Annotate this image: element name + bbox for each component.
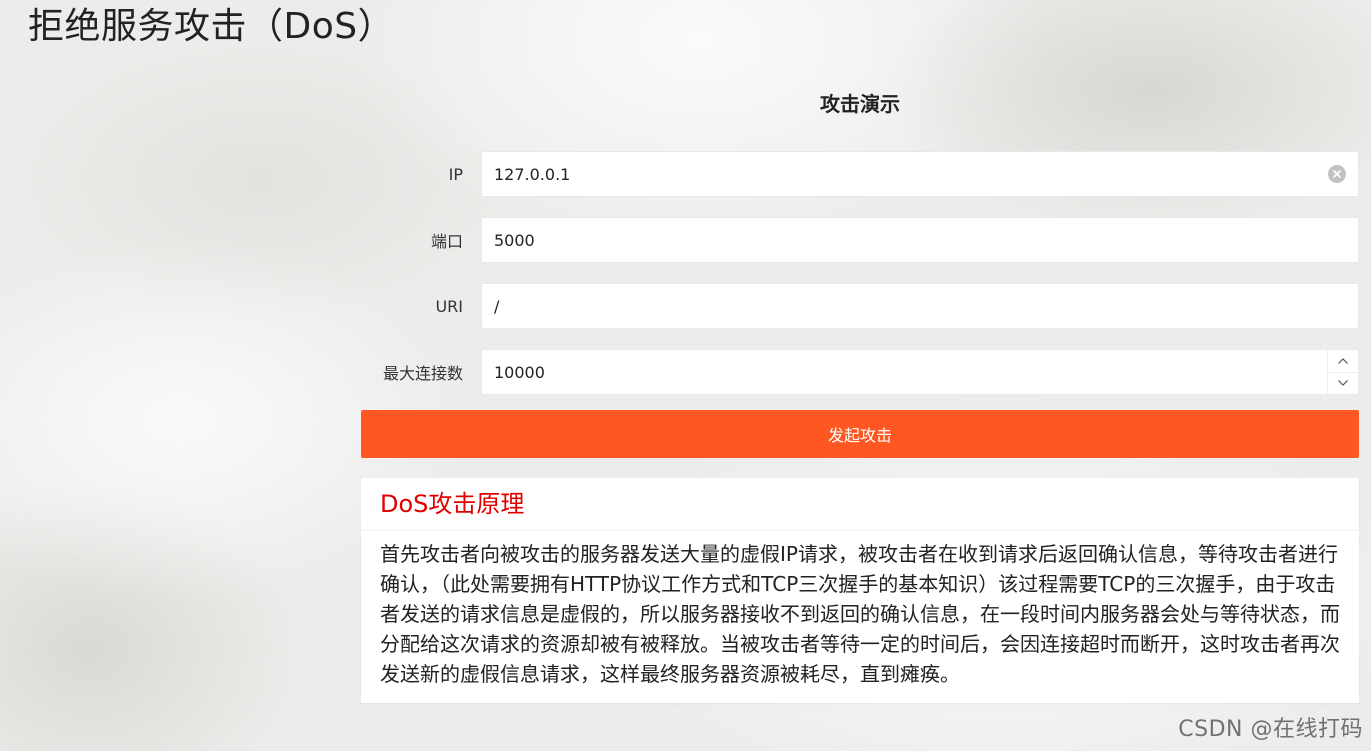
attack-demo-panel: 攻击演示 IP 端口 URI 最大连接数: [361, 82, 1359, 703]
uri-input[interactable]: [482, 284, 1358, 328]
ip-input[interactable]: [482, 152, 1328, 196]
form-row-ip: IP: [361, 150, 1359, 198]
max-connections-field-wrapper: [481, 349, 1359, 395]
page-title: 拒绝服务攻击（DoS）: [28, 6, 395, 47]
launch-attack-button[interactable]: 发起攻击: [361, 410, 1359, 458]
quantity-stepper: [1327, 350, 1358, 394]
max-connections-input[interactable]: [482, 350, 1327, 394]
ip-field-wrapper: [481, 151, 1359, 197]
uri-field-wrapper: [481, 283, 1359, 329]
clear-x-icon: [1333, 170, 1341, 178]
stepper-decrement-button[interactable]: [1328, 371, 1358, 395]
form-heading: 攻击演示: [820, 92, 900, 116]
port-field-wrapper: [481, 217, 1359, 263]
port-input[interactable]: [482, 218, 1358, 262]
max-connections-label: 最大连接数: [382, 364, 463, 383]
watermark: CSDN @在线打码: [1178, 717, 1363, 742]
form-row-port: 端口: [361, 216, 1359, 264]
card-body: 首先攻击者向被攻击的服务器发送大量的虚假IP请求，被攻击者在收到请求后返回确认信…: [380, 542, 1340, 686]
clear-icon[interactable]: [1328, 165, 1346, 183]
chevron-down-icon: [1338, 380, 1348, 387]
ip-label: IP: [448, 164, 463, 184]
port-label: 端口: [430, 232, 463, 251]
card-title: DoS攻击原理: [361, 478, 1359, 531]
chevron-up-icon: [1338, 357, 1348, 364]
principle-card: DoS攻击原理 首先攻击者向被攻击的服务器发送大量的虚假IP请求，被攻击者在收到…: [361, 478, 1359, 703]
form-row-max-connections: 最大连接数: [361, 348, 1359, 396]
form-row-uri: URI: [361, 282, 1359, 330]
stepper-increment-button[interactable]: [1328, 350, 1358, 372]
uri-label: URI: [435, 296, 463, 316]
